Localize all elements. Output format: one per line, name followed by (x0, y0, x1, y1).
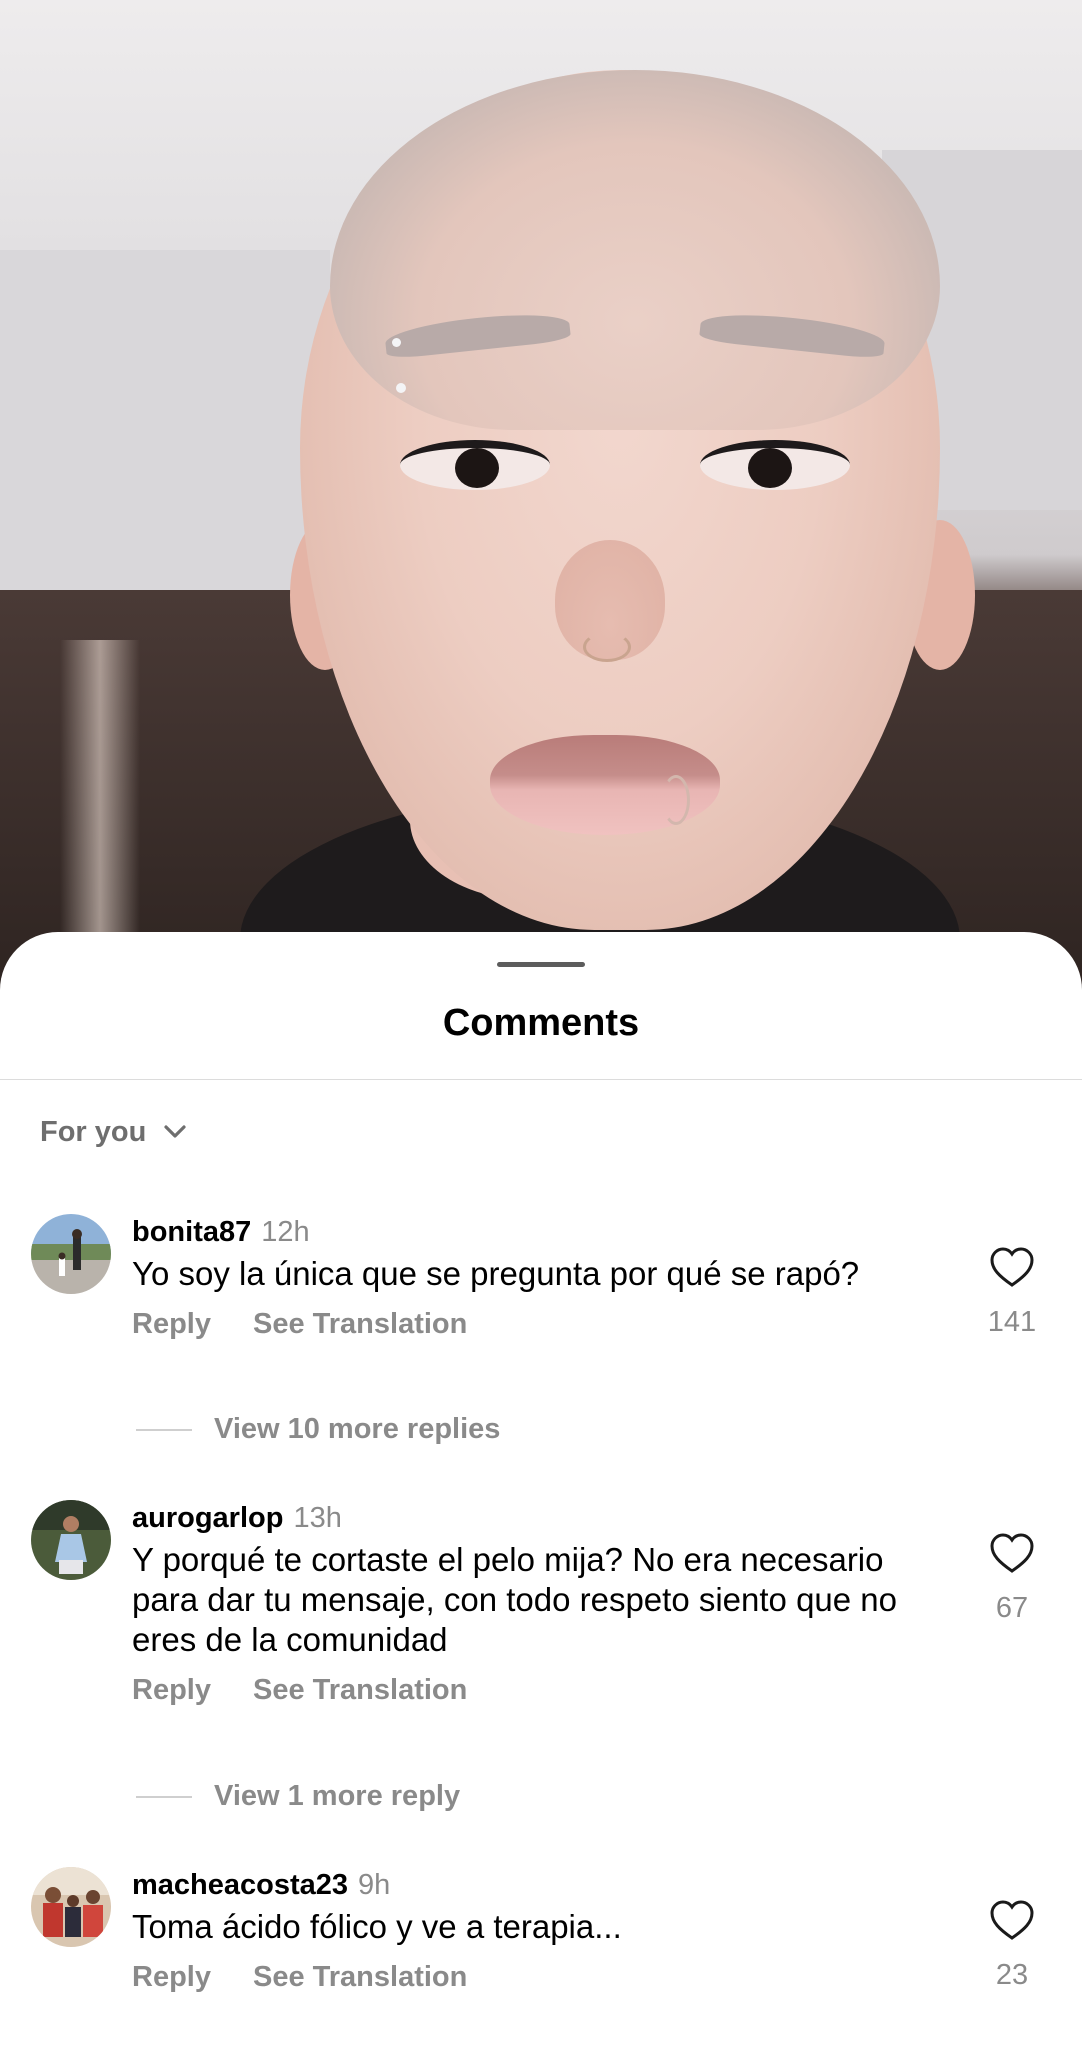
comment-time: 12h (261, 1216, 310, 1248)
like-count: 23 (995, 1959, 1029, 1991)
lip-ring (662, 775, 690, 825)
comment-username[interactable]: bonita87 (132, 1214, 251, 1250)
avatar[interactable] (31, 1867, 111, 1947)
comment-time: 13h (293, 1502, 342, 1534)
heart-outline-icon (990, 1247, 1034, 1287)
like-button[interactable]: 23 (972, 1899, 1052, 1992)
sort-label: For you (40, 1115, 147, 1148)
comment-time: 9h (358, 1869, 391, 1901)
sheet-grabber[interactable] (497, 962, 585, 967)
comment-username[interactable]: macheacosta23 (132, 1867, 348, 1903)
view-more-replies-button[interactable]: View 10 more replies (136, 1413, 500, 1446)
see-translation-button[interactable]: See Translation (253, 1961, 467, 1994)
reply-button[interactable]: Reply (132, 1308, 211, 1341)
like-count: 67 (995, 1592, 1029, 1624)
see-translation-button[interactable]: See Translation (253, 1674, 467, 1707)
like-button[interactable]: 141 (972, 1246, 1052, 1339)
comment-text: Yo soy la única que se pregunta por qué … (132, 1255, 860, 1292)
sheet-title: Comments (442, 1002, 640, 1044)
view-more-replies-label: View 10 more replies (214, 1413, 501, 1445)
comments-sheet: Comments For you bonita87 12h Yo soy la … (0, 932, 1082, 2048)
eyebrow-piercing (392, 338, 401, 347)
eyebrow-piercing (396, 383, 406, 393)
iris (455, 448, 499, 488)
reply-button[interactable]: Reply (132, 1674, 211, 1707)
view-more-replies-button[interactable]: View 1 more reply (136, 1780, 460, 1813)
heart-outline-icon (990, 1900, 1034, 1940)
comment-text: Y porqué te cortaste el pelo mija? No er… (132, 1541, 898, 1658)
video-frame[interactable] (0, 0, 1082, 990)
heart-outline-icon (990, 1533, 1034, 1573)
comment-text: Toma ácido fólico y ve a terapia... (132, 1908, 622, 1945)
see-translation-button[interactable]: See Translation (253, 1308, 467, 1341)
like-count: 141 (987, 1306, 1037, 1338)
comment-username[interactable]: aurogarlop (132, 1500, 283, 1536)
like-button[interactable]: 67 (972, 1532, 1052, 1625)
reply-thread-line (136, 1795, 192, 1798)
reply-thread-line (136, 1428, 192, 1431)
chevron-down-icon (164, 1125, 186, 1138)
iris (748, 448, 792, 488)
sort-dropdown[interactable]: For you (40, 1107, 190, 1157)
nose-ring (583, 632, 631, 662)
avatar[interactable] (31, 1500, 111, 1580)
wall (0, 250, 330, 590)
view-more-replies-label: View 1 more reply (214, 1780, 461, 1812)
reply-button[interactable]: Reply (132, 1961, 211, 1994)
divider (0, 1079, 1082, 1080)
avatar[interactable] (31, 1214, 111, 1294)
